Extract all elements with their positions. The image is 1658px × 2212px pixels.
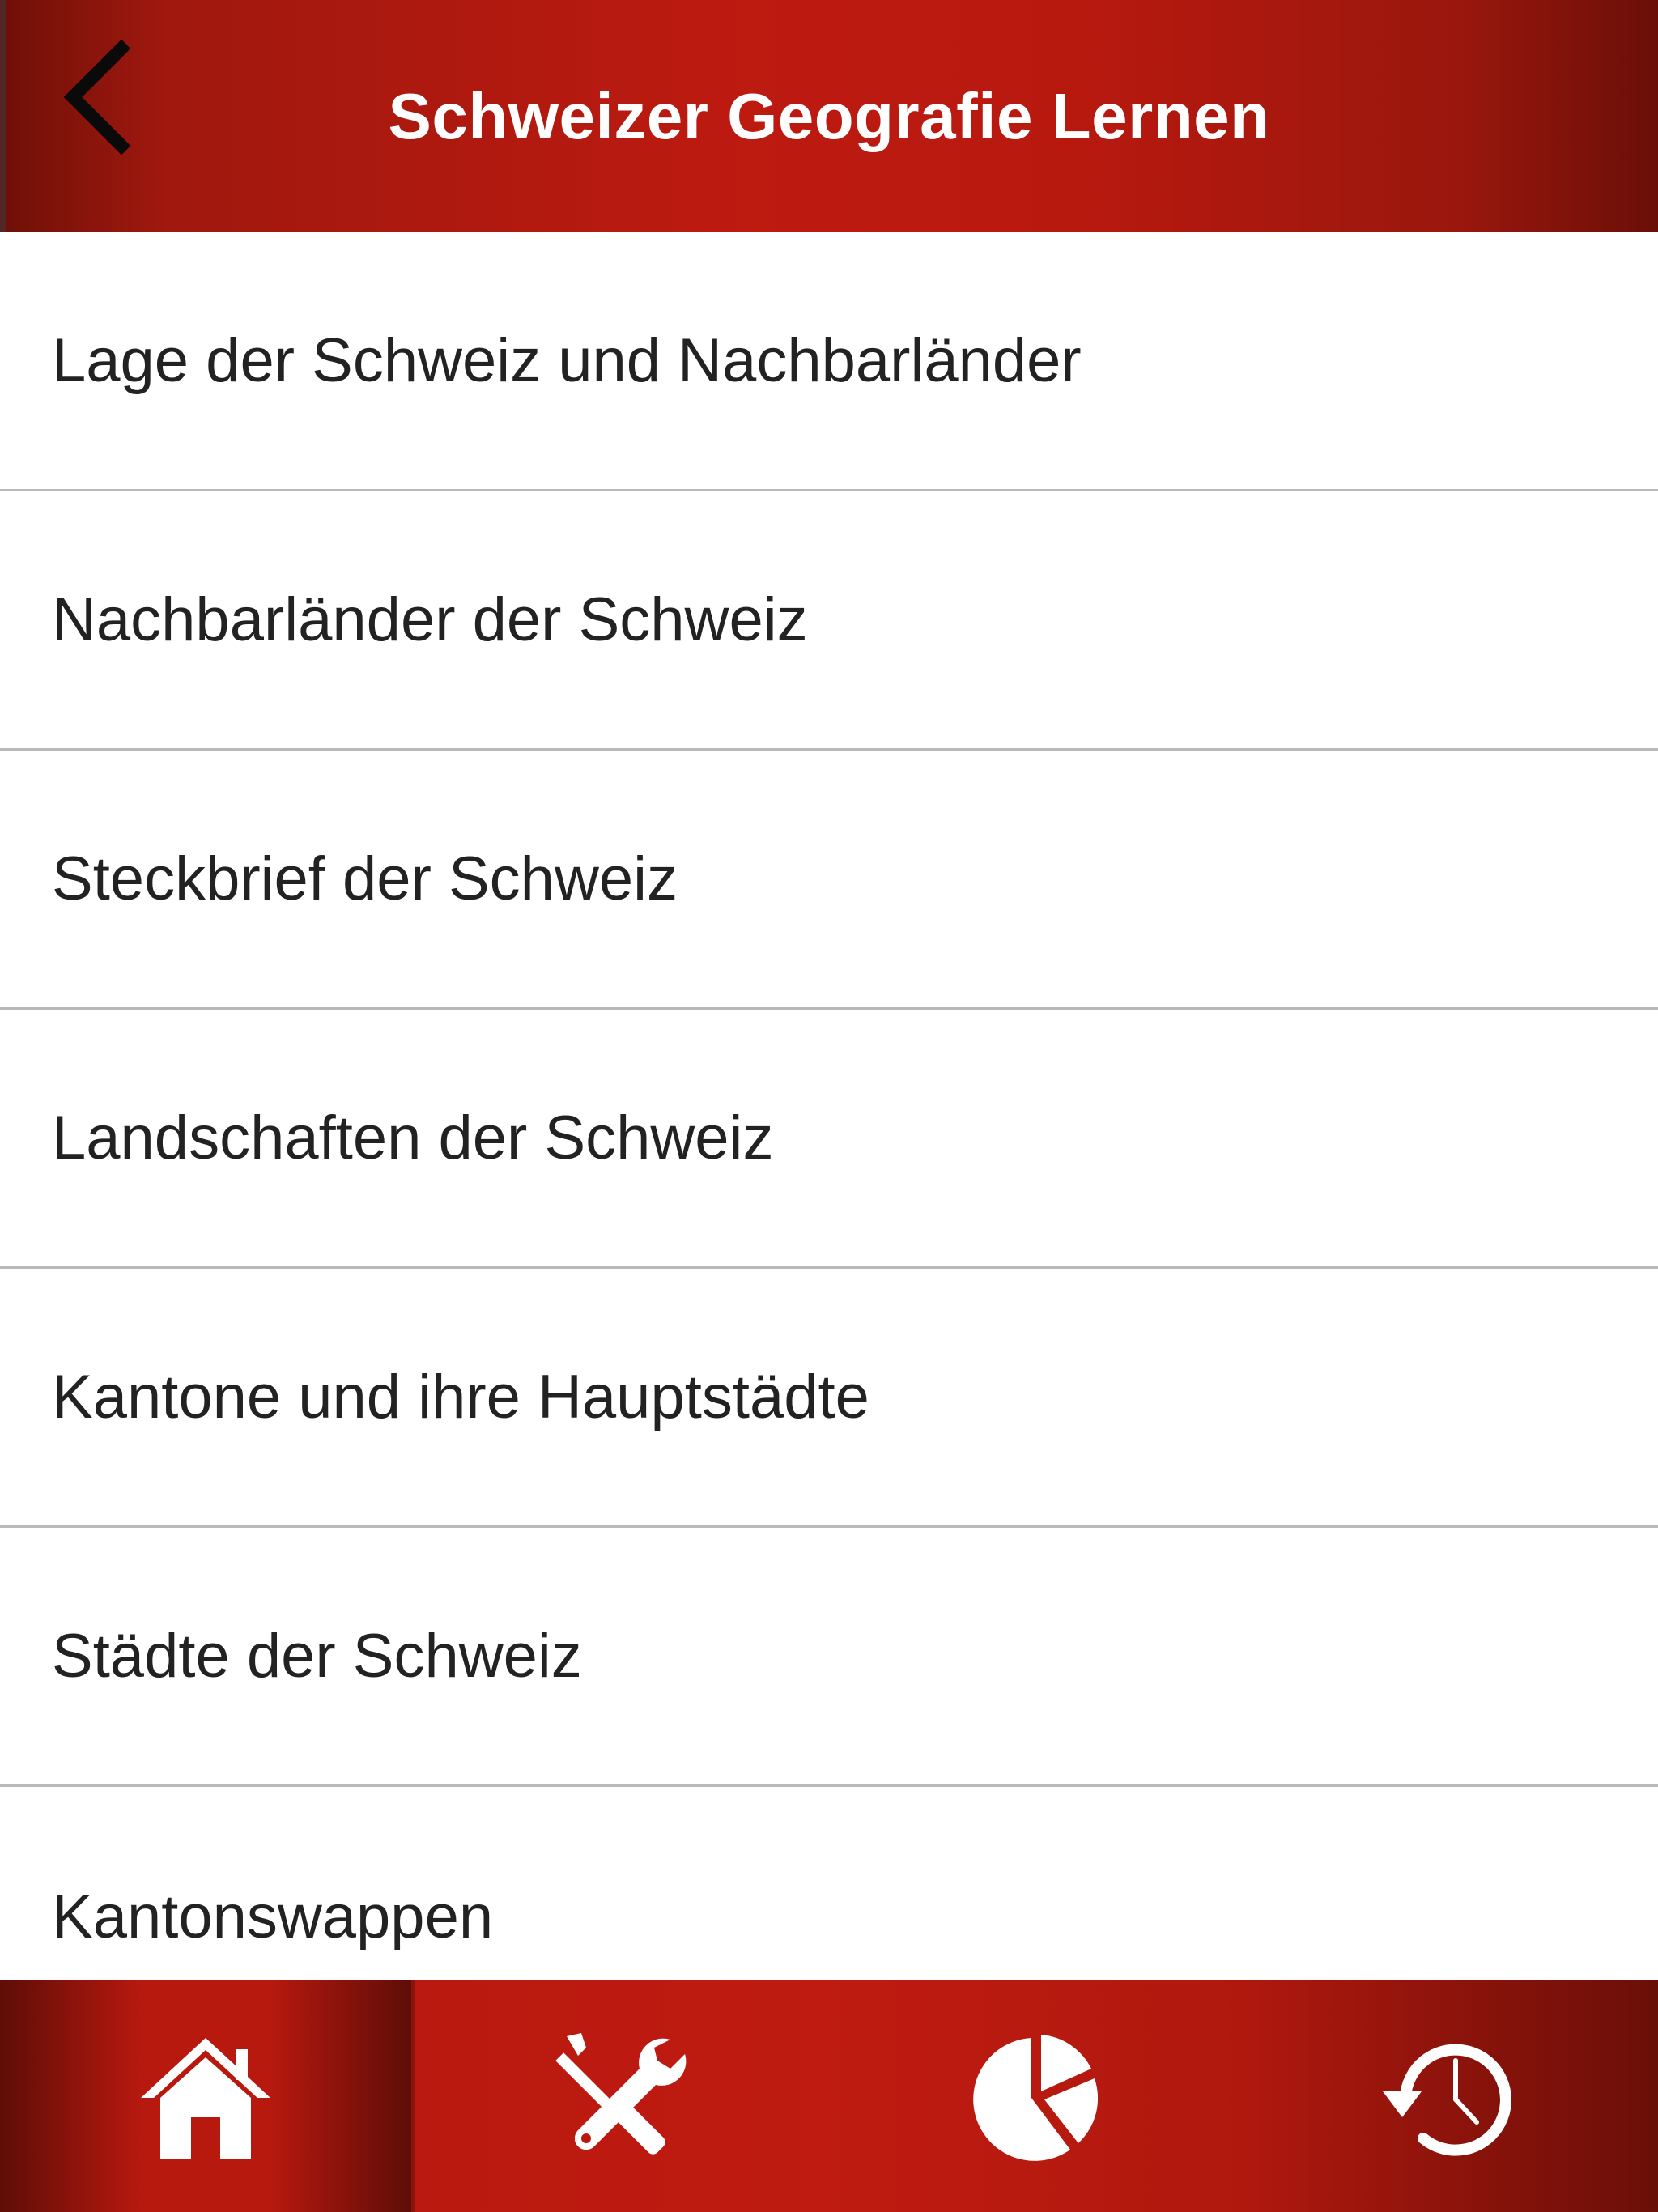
list-item[interactable]: Steckbrief der Schweiz <box>0 751 1658 1010</box>
tools-icon <box>555 2032 687 2155</box>
list-item[interactable]: Lage der Schweiz und Nachbarländer <box>0 232 1658 491</box>
pie-chart-icon <box>973 2034 1099 2161</box>
list-item[interactable]: Städte der Schweiz <box>0 1528 1658 1787</box>
chevron-left-icon <box>63 39 131 155</box>
nav-bar: Schweizer Geografie Lernen <box>0 0 1658 232</box>
list-item[interactable]: Nachbarländer der Schweiz <box>0 491 1658 751</box>
tab-history[interactable] <box>1244 1980 1658 2212</box>
page-title: Schweizer Geografie Lernen <box>388 79 1270 152</box>
topic-list: Lage der Schweiz und Nachbarländer Nachb… <box>0 232 1658 1980</box>
home-icon <box>141 2037 270 2159</box>
back-button[interactable] <box>40 32 154 162</box>
list-item[interactable]: Kantone und ihre Hauptstädte <box>0 1269 1658 1528</box>
tab-statistics[interactable] <box>829 1980 1244 2212</box>
list-item[interactable]: Kantonswappen <box>0 1787 1658 1980</box>
list-item[interactable]: Landschaften der Schweiz <box>0 1010 1658 1269</box>
tab-home[interactable] <box>0 1980 414 2212</box>
history-icon <box>1383 2044 1511 2156</box>
tab-bar <box>0 1980 1658 2212</box>
tab-tools[interactable] <box>414 1980 829 2212</box>
